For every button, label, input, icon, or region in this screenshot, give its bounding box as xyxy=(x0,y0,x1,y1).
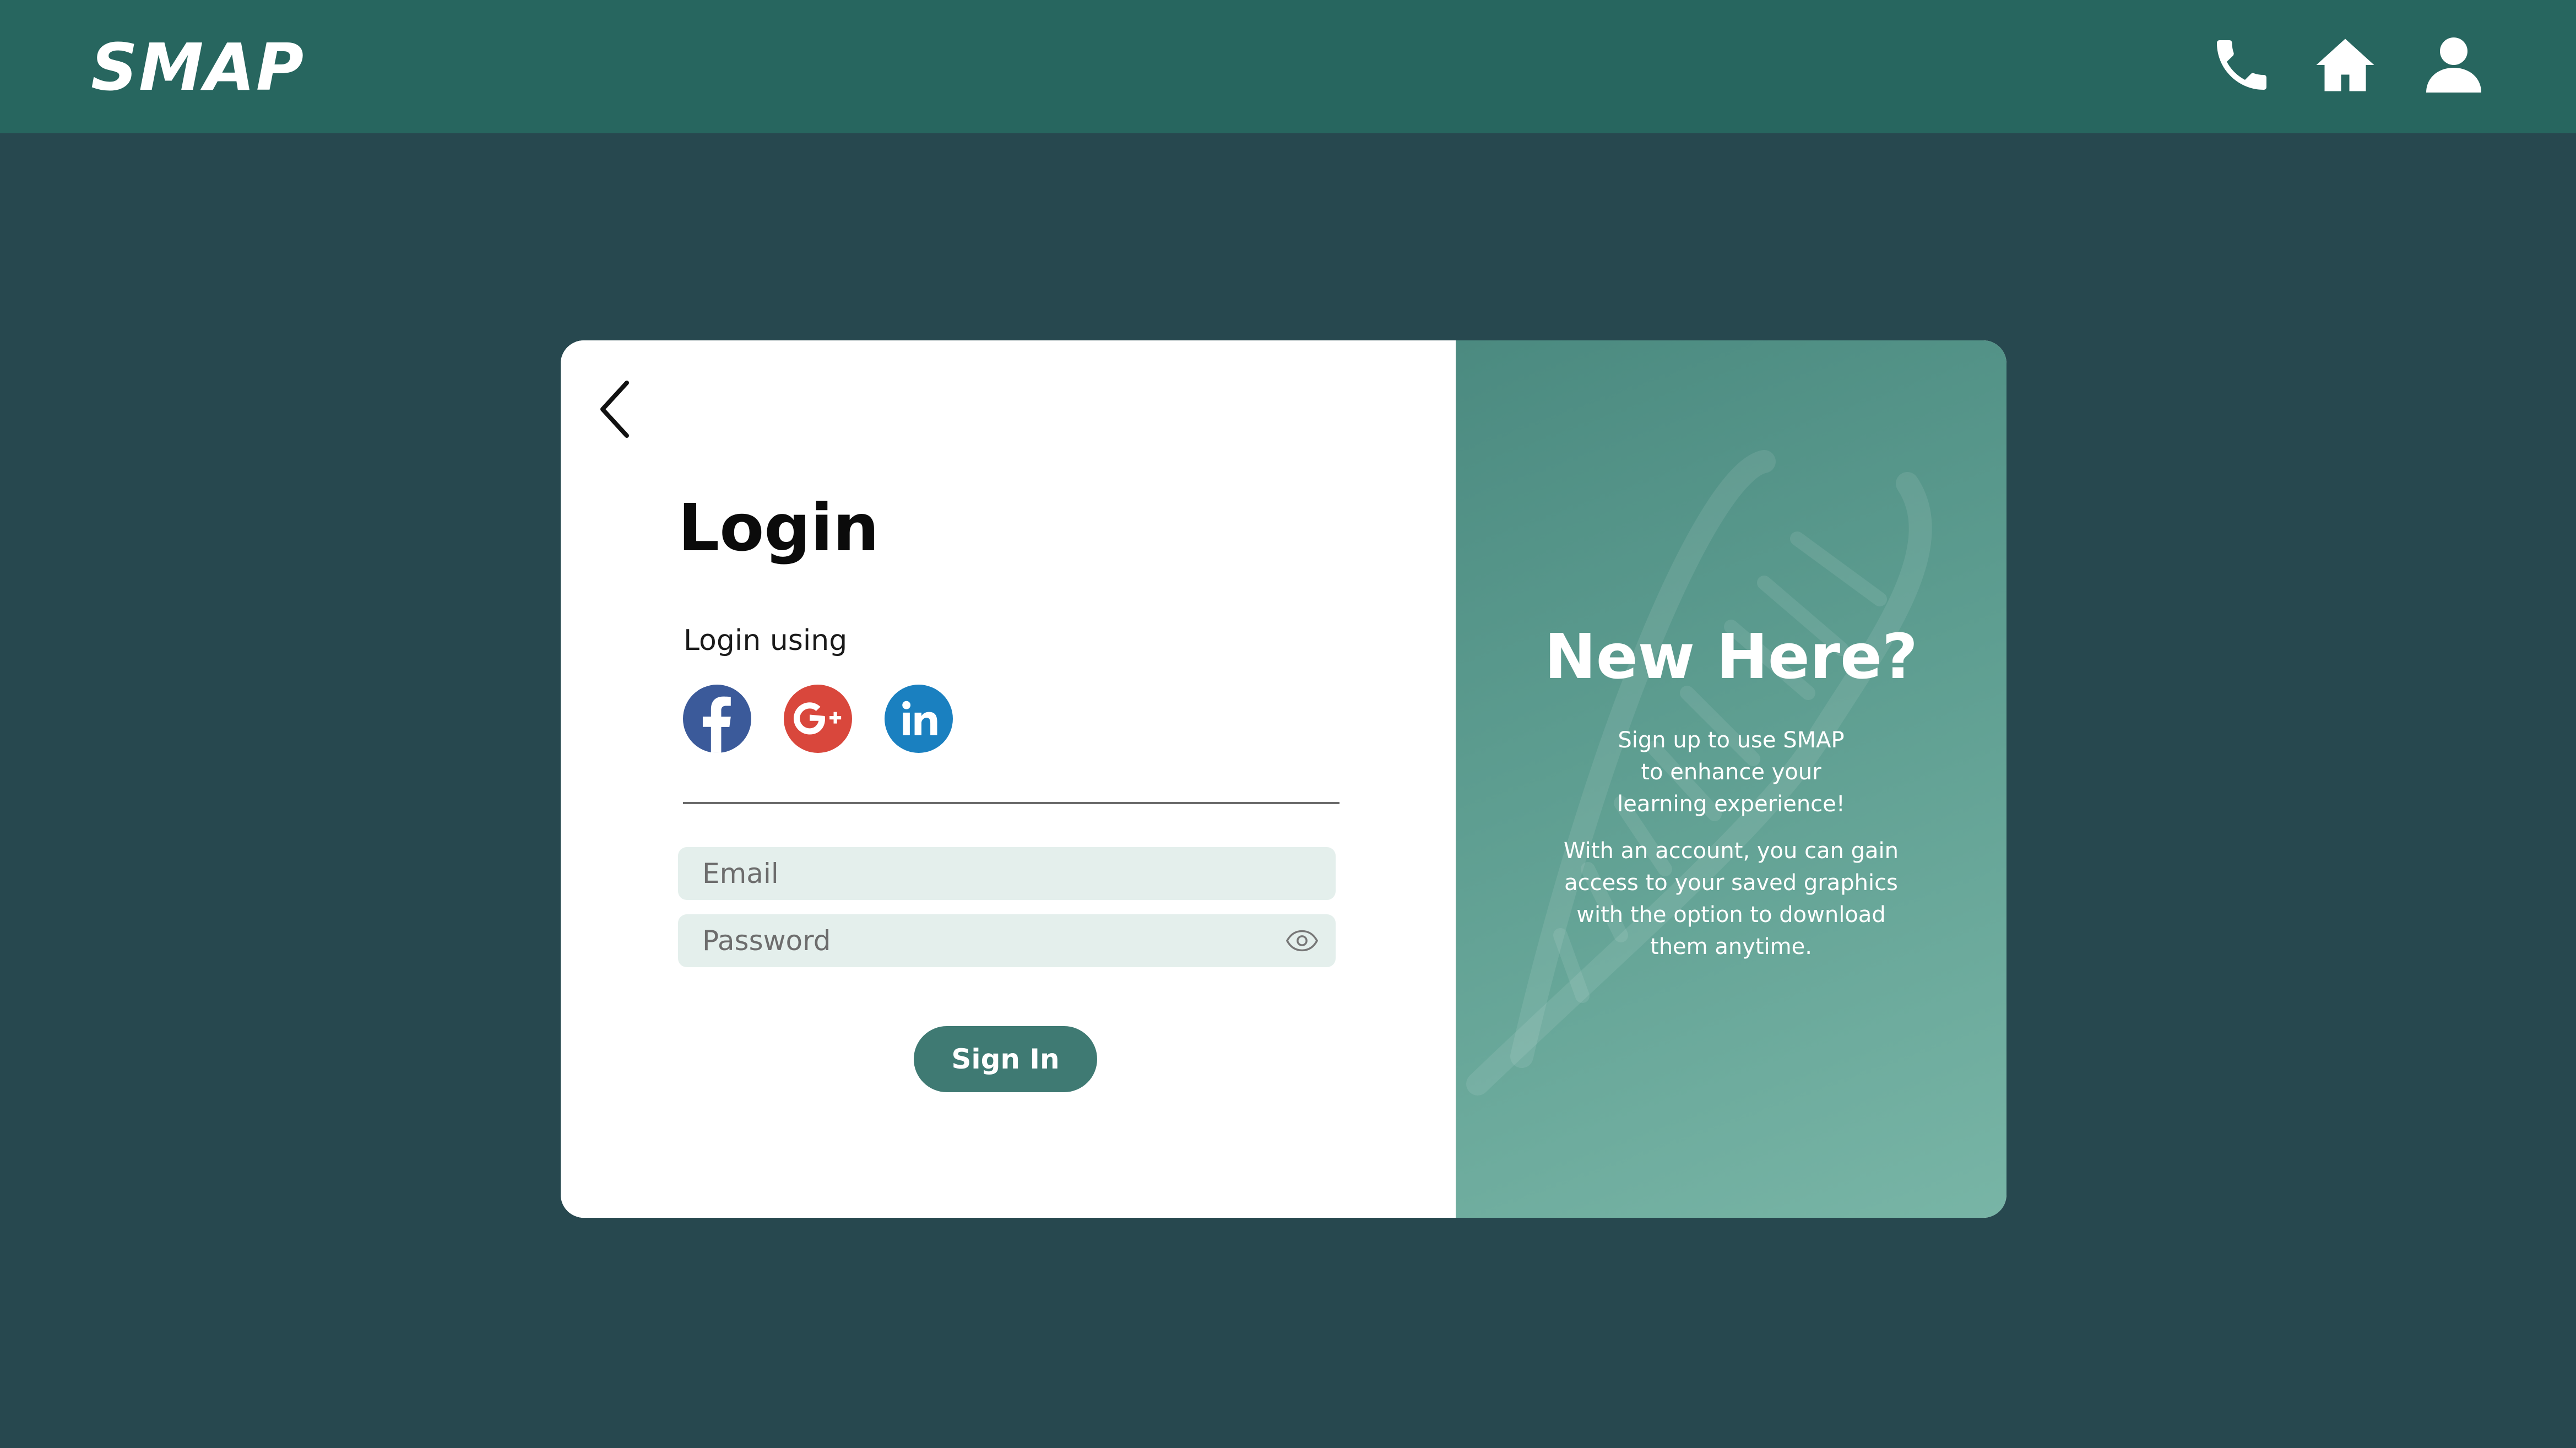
email-input[interactable] xyxy=(678,847,1336,900)
home-icon[interactable] xyxy=(2312,32,2378,98)
divider xyxy=(683,802,1339,804)
password-field[interactable] xyxy=(678,914,1336,967)
top-bar: SMAP xyxy=(0,0,2576,133)
account-blurb: With an account, you can gain access to … xyxy=(1563,838,1899,959)
page-title: Login xyxy=(678,490,880,566)
phone-icon[interactable] xyxy=(2209,32,2275,98)
user-icon[interactable] xyxy=(2421,32,2487,98)
signup-blurb: Sign up to use SMAP to enhance your lear… xyxy=(1617,728,1845,817)
logo[interactable]: SMAP xyxy=(91,29,305,106)
eye-icon[interactable] xyxy=(1285,928,1319,954)
login-using-label: Login using xyxy=(684,624,848,657)
sign-in-button[interactable]: Sign In xyxy=(914,1026,1097,1092)
login-panel: Login Login using Email Sign In xyxy=(561,340,1456,1218)
linkedin-icon[interactable] xyxy=(885,685,953,753)
back-arrow-icon[interactable] xyxy=(594,376,638,442)
password-input[interactable] xyxy=(678,914,1336,967)
signup-panel: New Here? Sign up to use SMAP to enhance… xyxy=(1456,340,2006,1218)
facebook-icon[interactable] xyxy=(683,685,751,753)
login-card: Login Login using Email Sign In New Here… xyxy=(561,340,2006,1218)
email-field[interactable] xyxy=(678,847,1336,900)
new-here-title: New Here? xyxy=(1544,621,1918,693)
google-plus-icon[interactable] xyxy=(784,685,852,753)
